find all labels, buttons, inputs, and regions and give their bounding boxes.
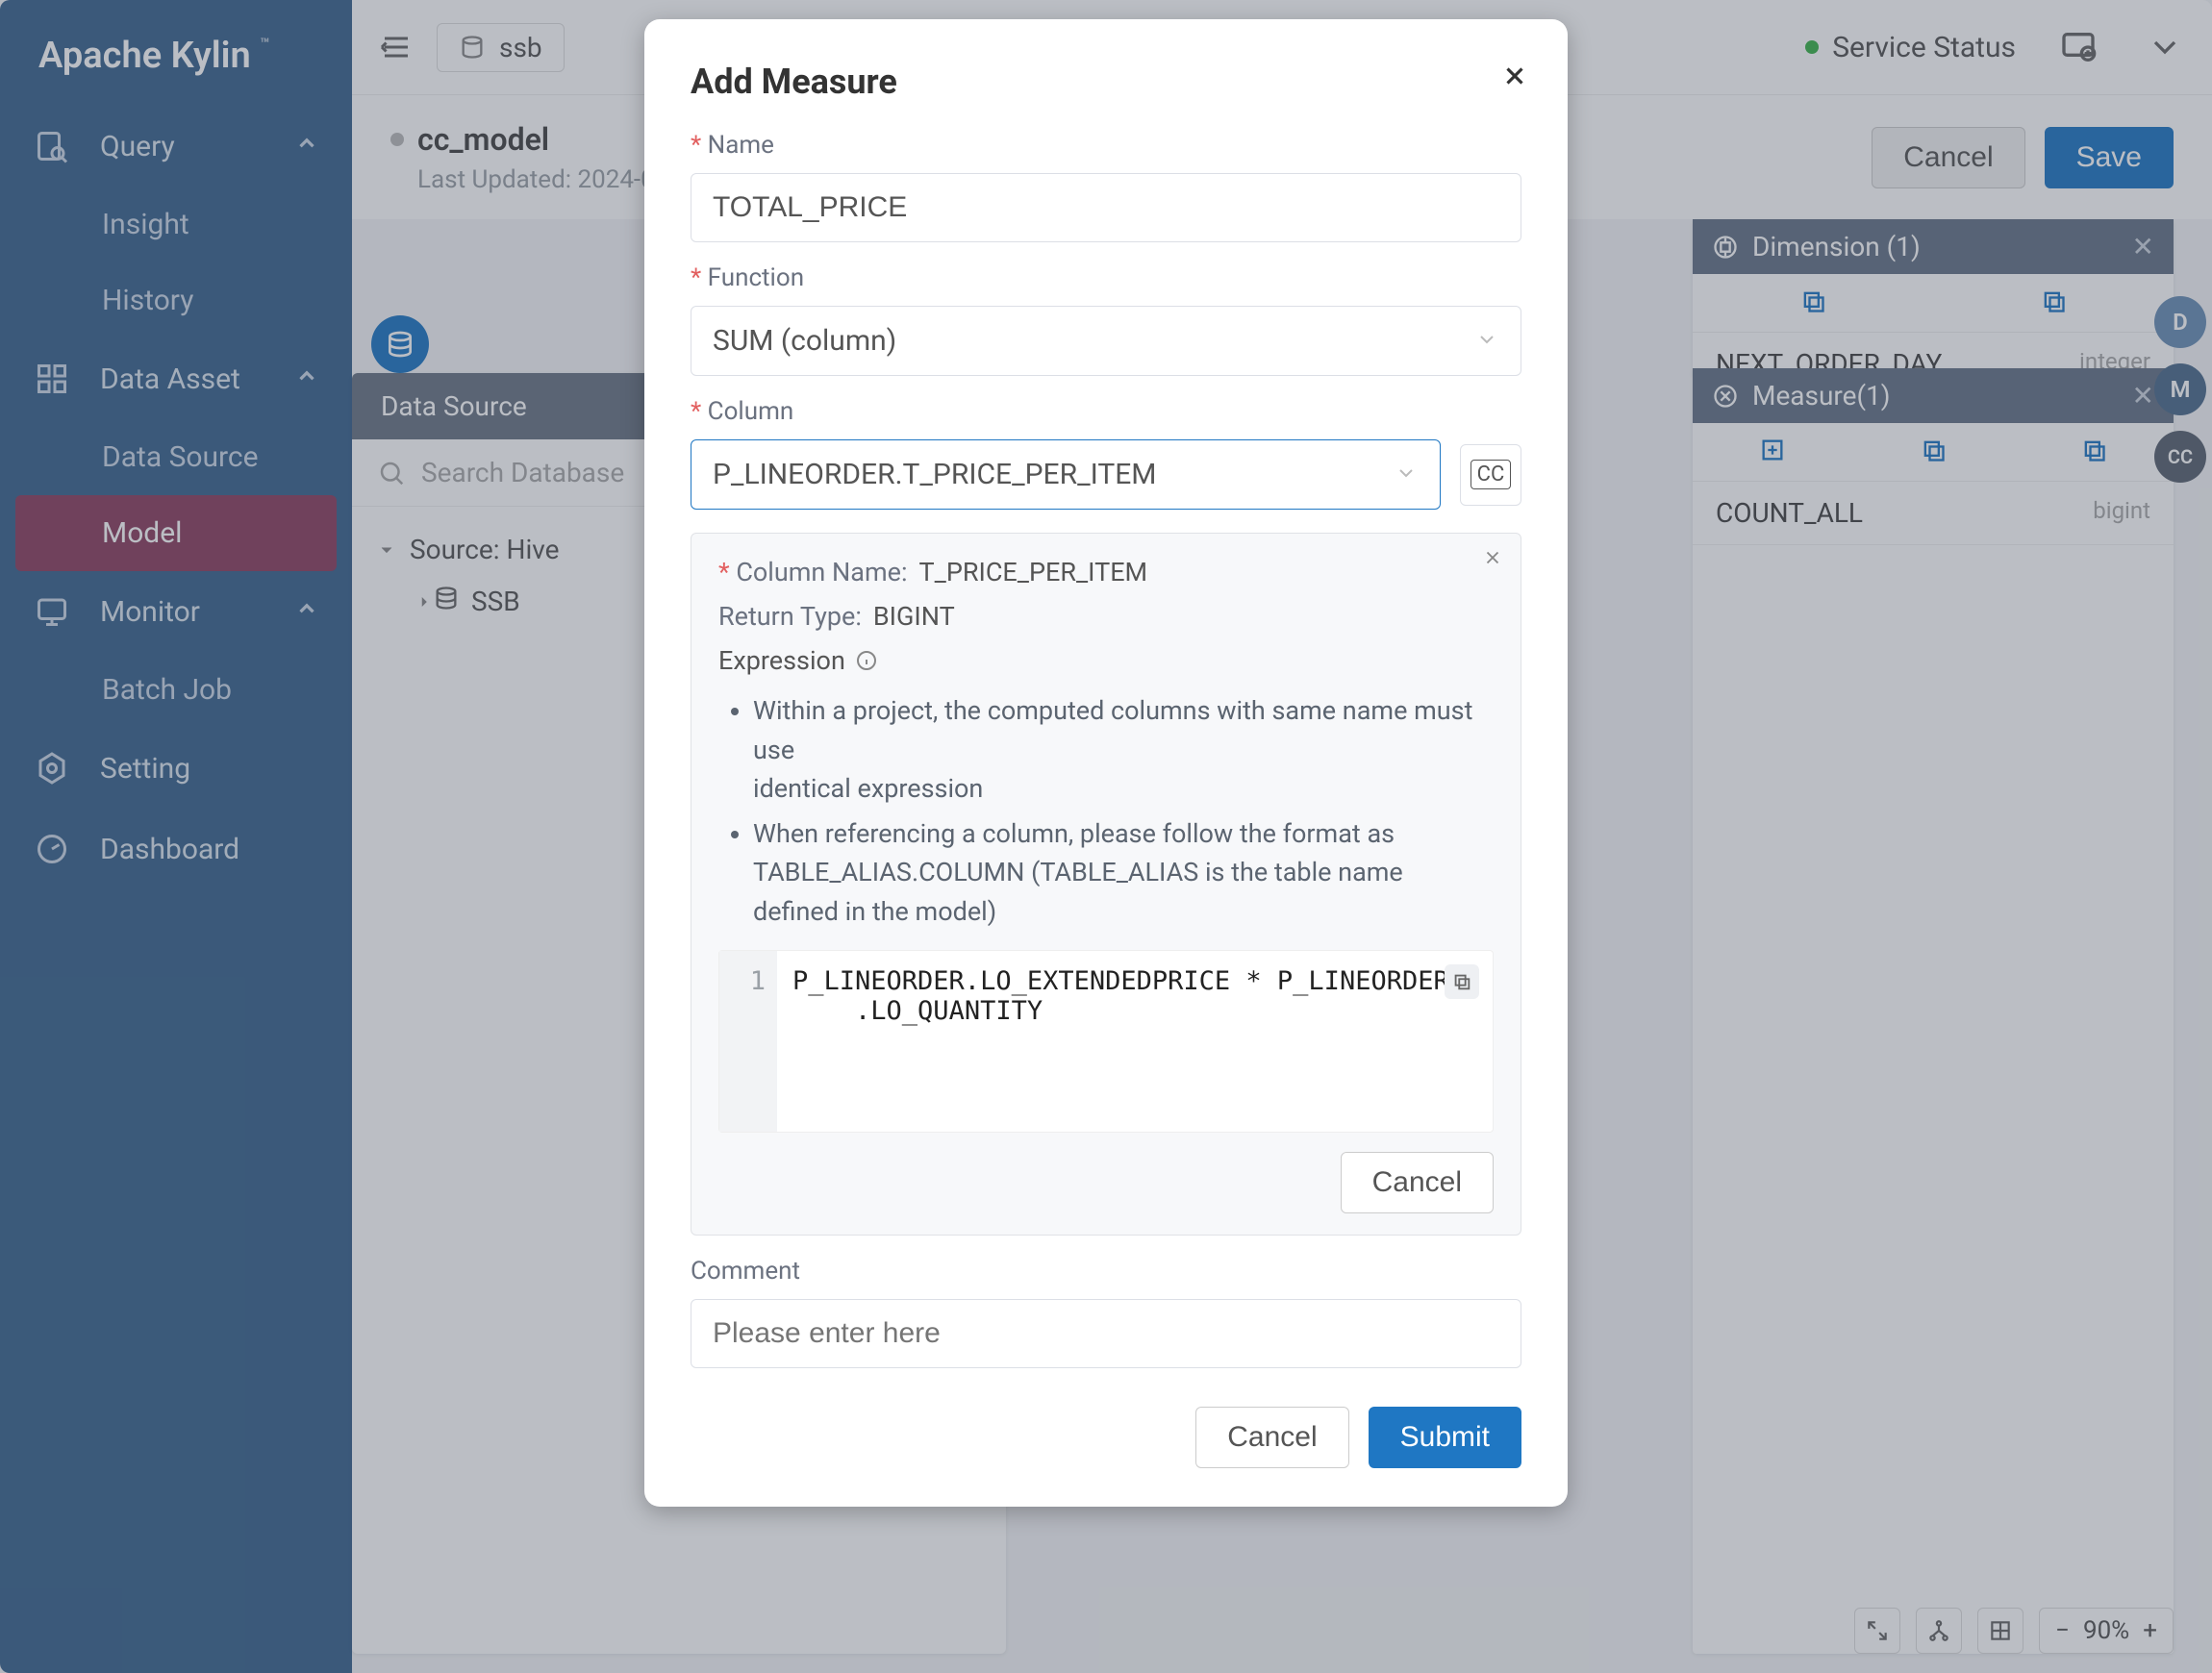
- comment-input[interactable]: [691, 1299, 1521, 1368]
- modal-title: Add Measure: [691, 62, 1521, 102]
- col-name-label: Column Name:: [718, 557, 908, 587]
- function-select[interactable]: SUM (column): [691, 306, 1521, 376]
- function-value: SUM (column): [691, 306, 1521, 376]
- comment-label: Comment: [691, 1257, 1521, 1286]
- modal-cancel-button[interactable]: Cancel: [1195, 1407, 1348, 1468]
- expression-hints: Within a project, the computed columns w…: [753, 691, 1494, 931]
- code-content[interactable]: P_LINEORDER.LO_EXTENDEDPRICE * P_LINEORD…: [777, 951, 1493, 1132]
- name-label: Name: [691, 131, 1521, 160]
- chevron-down-icon: [1395, 462, 1418, 488]
- expression-editor: Column Name: T_PRICE_PER_ITEM Return Typ…: [691, 533, 1521, 1236]
- add-measure-modal: Add Measure Name Function SUM (column) C…: [644, 19, 1568, 1507]
- return-type-label: Return Type:: [718, 601, 862, 632]
- info-icon[interactable]: [855, 649, 878, 672]
- modal-submit-button[interactable]: Submit: [1369, 1407, 1521, 1468]
- name-input[interactable]: [691, 173, 1521, 242]
- expression-label: Expression: [718, 645, 845, 676]
- column-select[interactable]: P_LINEORDER.T_PRICE_PER_ITEM: [691, 439, 1441, 510]
- modal-close-icon[interactable]: [1500, 62, 1529, 94]
- cc-button[interactable]: CC: [1460, 444, 1521, 506]
- col-name-value: T_PRICE_PER_ITEM: [919, 557, 1148, 587]
- expr-close-icon[interactable]: [1482, 547, 1503, 572]
- expression-code[interactable]: 1 P_LINEORDER.LO_EXTENDEDPRICE * P_LINEO…: [718, 950, 1494, 1133]
- code-gutter: 1: [719, 951, 777, 1132]
- expr-cancel-button[interactable]: Cancel: [1341, 1152, 1494, 1213]
- return-type-value: BIGINT: [873, 601, 955, 632]
- chevron-down-icon: [1475, 328, 1498, 355]
- column-value: P_LINEORDER.T_PRICE_PER_ITEM: [691, 439, 1441, 510]
- column-label: Column: [691, 397, 1521, 426]
- function-label: Function: [691, 263, 1521, 292]
- copy-icon[interactable]: [1445, 964, 1479, 999]
